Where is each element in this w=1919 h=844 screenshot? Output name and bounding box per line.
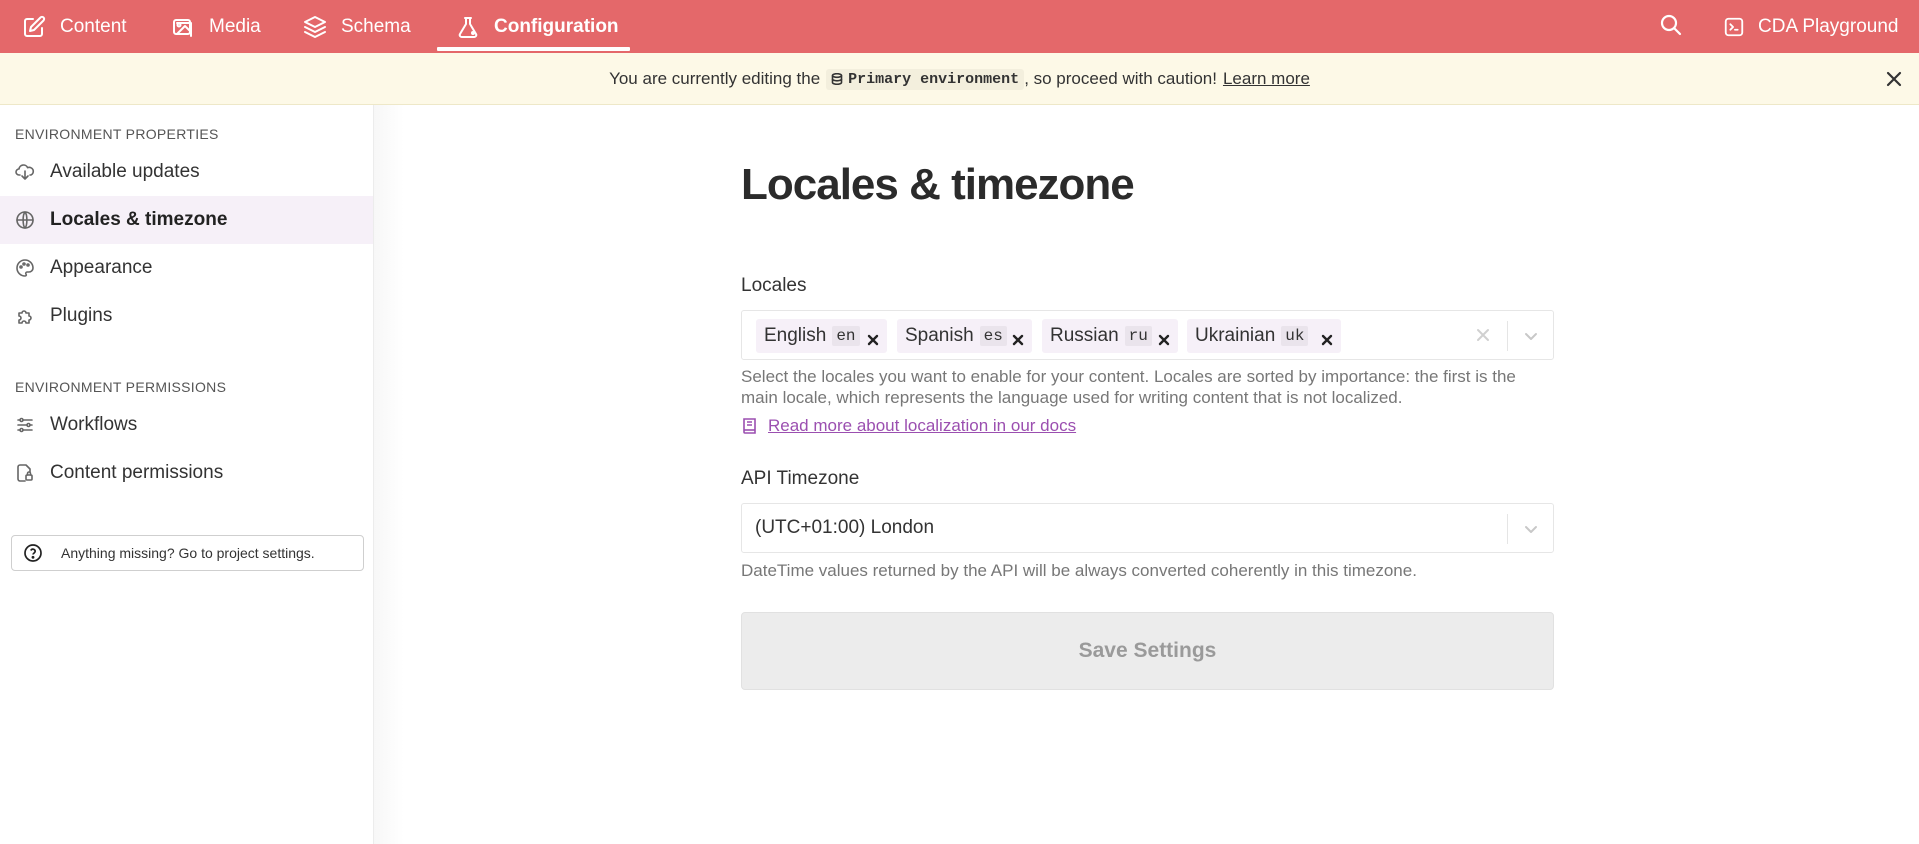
locale-chip-name: Spanish — [905, 325, 974, 346]
nav-tab-label: Media — [209, 15, 261, 37]
search-button[interactable] — [1659, 13, 1685, 39]
close-icon — [1158, 334, 1170, 346]
close-icon — [1321, 334, 1333, 346]
cda-playground-button[interactable]: CDA Playground — [1723, 0, 1898, 53]
select-divider — [1507, 321, 1508, 351]
dropdown-toggle[interactable] — [1523, 521, 1539, 537]
sidebar-item-available-updates[interactable]: Available updates — [0, 148, 373, 196]
environment-badge: Primary environment — [826, 68, 1025, 90]
locale-chip-name: Russian — [1050, 325, 1119, 346]
nav-tab-label: Schema — [341, 15, 411, 37]
sidebar-item-label: Content permissions — [50, 462, 224, 483]
flask-icon — [458, 16, 478, 38]
nav-tab-label: Content — [60, 15, 127, 37]
sidebar-item-plugins[interactable]: Plugins — [0, 292, 373, 340]
timezone-value: (UTC+01:00) London — [755, 517, 935, 538]
settings-sidebar: ENVIRONMENT PROPERTIES Available updates… — [0, 105, 374, 844]
select-divider — [1507, 514, 1508, 544]
page-title: Locales & timezone — [741, 160, 1135, 209]
workflow-icon — [15, 415, 35, 435]
locales-multiselect[interactable]: English en Spanish es Russian ru Ukraini… — [741, 310, 1554, 360]
active-tab-indicator — [437, 47, 630, 51]
learn-more-link[interactable]: Learn more — [1223, 69, 1310, 89]
globe-icon — [15, 210, 35, 230]
locale-chip-code: uk — [1281, 326, 1309, 346]
search-icon — [1660, 14, 1682, 36]
image-icon — [173, 18, 192, 37]
sidebar-item-content-permissions[interactable]: Content permissions — [0, 449, 373, 497]
sidebar-item-locales-timezone[interactable]: Locales & timezone — [0, 196, 373, 244]
remove-locale-button[interactable] — [867, 330, 879, 346]
environment-name: Primary environment — [848, 70, 1020, 88]
api-timezone-label: API Timezone — [741, 468, 860, 489]
locale-chip-name: Ukrainian — [1195, 325, 1276, 346]
locale-chip-uk: Ukrainian uk — [1187, 319, 1341, 353]
close-icon — [867, 334, 879, 346]
save-settings-button[interactable]: Save Settings — [741, 612, 1554, 690]
locale-chip-code: es — [979, 326, 1007, 346]
remove-locale-button[interactable] — [1158, 330, 1170, 346]
nav-tab-schema[interactable]: Schema — [303, 0, 411, 53]
section-title-environment-properties: ENVIRONMENT PROPERTIES — [15, 126, 219, 142]
sidebar-item-label: Available updates — [50, 161, 200, 182]
locale-chip-code: ru — [1124, 326, 1152, 346]
database-icon — [831, 73, 843, 85]
locale-chip-name: English — [764, 325, 827, 346]
cda-playground-label: CDA Playground — [1758, 15, 1899, 37]
project-settings-link[interactable]: Anything missing? Go to project settings… — [11, 535, 364, 571]
sidebar-item-label: Workflows — [50, 414, 138, 435]
locales-help-text: Select the locales you want to enable fo… — [741, 367, 1516, 407]
sidebar-item-appearance[interactable]: Appearance — [0, 244, 373, 292]
localization-docs-link[interactable]: Read more about localization in our docs — [741, 416, 1076, 436]
banner-close-button[interactable] — [1884, 69, 1904, 89]
sidebar-item-label: Locales & timezone — [50, 209, 228, 230]
book-icon — [743, 418, 756, 434]
chevron-down-icon — [1525, 333, 1537, 340]
timezone-help-text: DateTime values returned by the API will… — [741, 561, 1417, 580]
docs-link-label: Read more about localization in our docs — [768, 416, 1077, 435]
nav-tab-media[interactable]: Media — [171, 0, 261, 53]
sidebar-item-workflows[interactable]: Workflows — [0, 401, 373, 449]
puzzle-icon — [15, 306, 35, 326]
close-icon — [1012, 334, 1024, 346]
nav-tab-configuration[interactable]: Configuration — [456, 0, 619, 53]
remove-locale-button[interactable] — [1321, 330, 1333, 346]
banner-prefix: You are currently editing the — [609, 69, 821, 88]
edit-icon — [24, 15, 46, 37]
nav-tab-label: Configuration — [494, 15, 619, 37]
clear-all-button[interactable] — [1476, 328, 1490, 342]
top-navigation: Content Media Schema Configuration CDA P… — [0, 0, 1919, 53]
locale-chip-en: English en — [756, 319, 887, 353]
close-icon — [1886, 71, 1902, 87]
locale-chip-code: en — [832, 326, 860, 346]
timezone-select[interactable]: (UTC+01:00) London — [741, 503, 1554, 553]
palette-icon — [15, 258, 35, 278]
locale-chip-ru: Russian ru — [1042, 319, 1178, 353]
chevron-down-icon — [1525, 526, 1537, 533]
sidebar-item-label: Appearance — [50, 257, 153, 278]
locales-label: Locales — [741, 275, 807, 296]
close-icon — [1477, 329, 1489, 341]
locale-chip-es: Spanish es — [897, 319, 1032, 353]
layers-icon — [304, 15, 326, 38]
terminal-icon — [1724, 17, 1744, 36]
file-lock-icon — [15, 463, 35, 483]
dropdown-toggle[interactable] — [1523, 328, 1539, 344]
question-circle-icon — [23, 543, 43, 563]
environment-warning-banner: You are currently editing the Primary en… — [0, 53, 1919, 105]
project-settings-label: Anything missing? Go to project settings… — [61, 545, 315, 561]
cloud-download-icon — [15, 162, 35, 182]
nav-tab-content[interactable]: Content — [22, 0, 127, 53]
sidebar-shadow — [374, 105, 404, 844]
banner-suffix: , so proceed with caution! — [1024, 69, 1217, 88]
remove-locale-button[interactable] — [1012, 330, 1024, 346]
sidebar-item-label: Plugins — [50, 305, 113, 326]
section-title-environment-permissions: ENVIRONMENT PERMISSIONS — [15, 379, 227, 395]
